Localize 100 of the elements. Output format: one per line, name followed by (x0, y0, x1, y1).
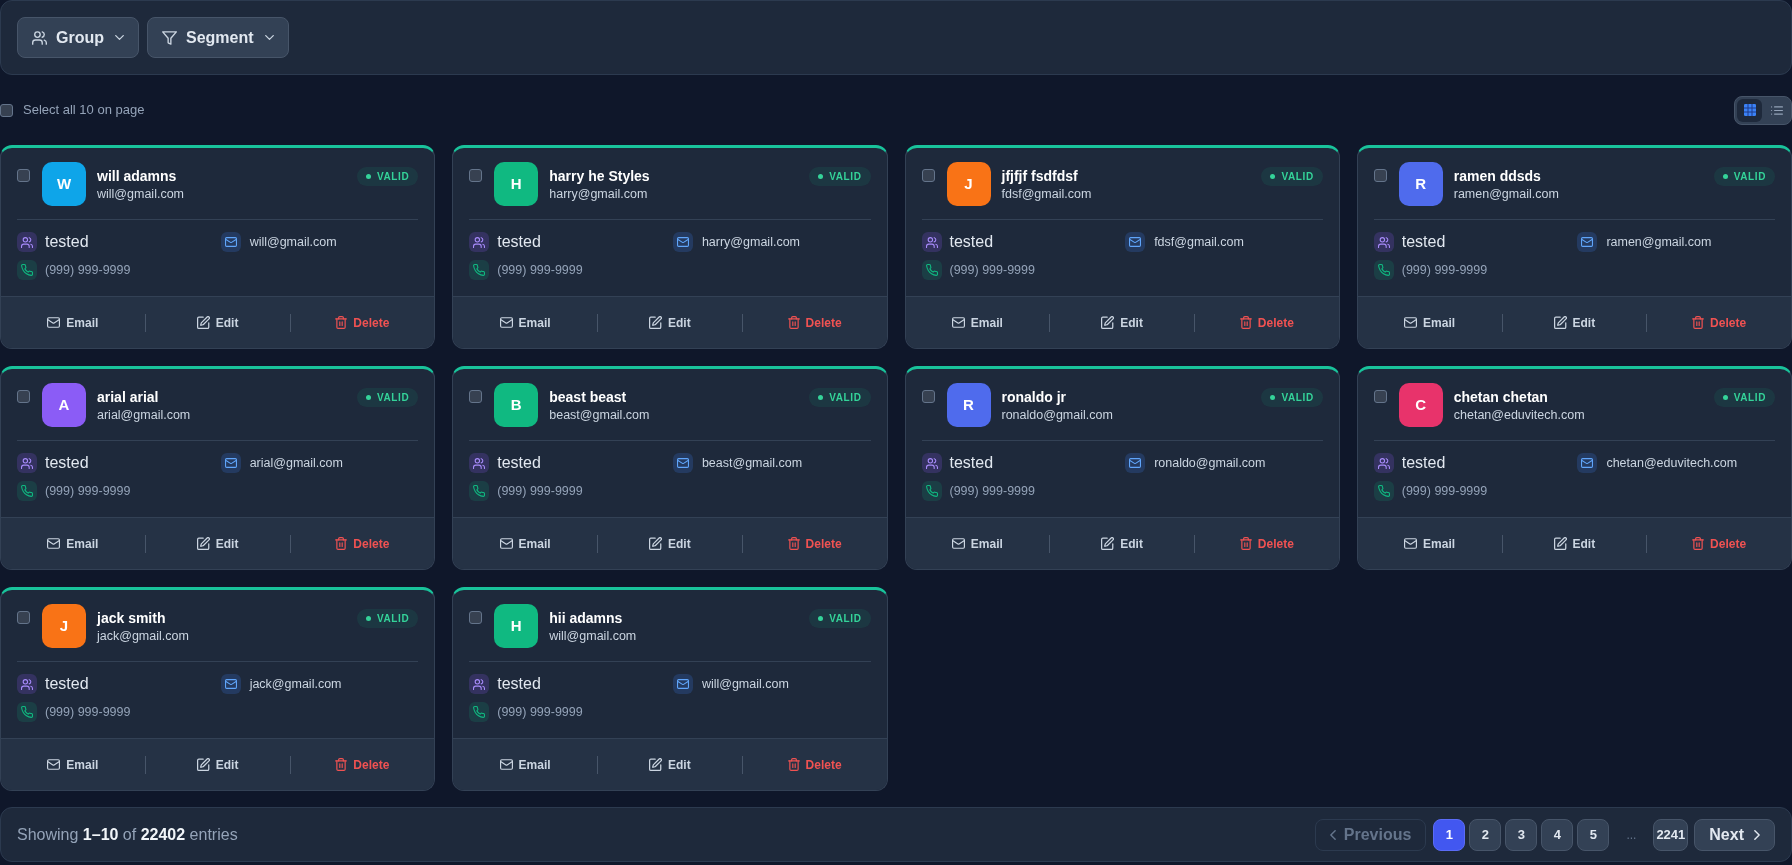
card-checkbox[interactable] (921, 390, 935, 403)
chevron-right-icon (1754, 829, 1760, 840)
status-label: VALID (1281, 170, 1314, 184)
phone-icon (1373, 481, 1394, 501)
card-checkbox[interactable] (1373, 390, 1387, 403)
mail-icon (499, 759, 513, 770)
select-all-checkbox[interactable] (0, 103, 13, 117)
phone-icon (17, 702, 37, 722)
email-button[interactable]: Email (1357, 518, 1502, 569)
email-button[interactable]: Email (453, 297, 597, 348)
card-checkbox[interactable] (1373, 169, 1387, 182)
card-checkbox[interactable] (17, 390, 30, 403)
delete-button[interactable]: Delete (1647, 297, 1791, 348)
avatar: H (494, 604, 539, 648)
delete-button[interactable]: Delete (742, 739, 887, 790)
email-button[interactable]: Email (453, 518, 597, 569)
edit-button[interactable]: Edit (1050, 297, 1194, 348)
trash-icon (335, 537, 348, 550)
delete-button[interactable]: Delete (290, 739, 435, 790)
grid-view-button[interactable] (1737, 98, 1762, 122)
edit-button[interactable]: Edit (145, 518, 290, 569)
contact-email: arial@gmail.com (97, 407, 191, 424)
group-dropdown[interactable]: Group (17, 17, 139, 58)
phone-icon (1373, 260, 1394, 280)
card-checkbox[interactable] (469, 390, 483, 403)
delete-button[interactable]: Delete (1647, 518, 1791, 569)
phone-number: (999) 999-9999 (1401, 261, 1488, 279)
mail-icon (220, 674, 241, 694)
pagination-ellipsis: ... (1625, 826, 1638, 844)
delete-button[interactable]: Delete (1195, 297, 1339, 348)
email-button[interactable]: Email (1357, 297, 1502, 348)
phone-number: (999) 999-9999 (949, 482, 1035, 500)
mail-icon (1577, 232, 1598, 252)
card-checkbox[interactable] (469, 611, 483, 624)
edit-button[interactable]: Edit (1050, 518, 1194, 569)
edit-button[interactable]: Edit (598, 739, 742, 790)
edit-icon (1553, 537, 1567, 550)
edit-icon (1101, 316, 1115, 329)
edit-button[interactable]: Edit (1502, 297, 1647, 348)
phone-icon (469, 702, 490, 722)
avatar: A (42, 383, 86, 427)
delete-button[interactable]: Delete (742, 518, 887, 569)
avatar: J (42, 604, 86, 648)
users-icon (1373, 232, 1394, 252)
edit-button[interactable]: Edit (145, 297, 290, 348)
email-button[interactable]: Email (1, 518, 145, 569)
contact-name: jfjfjf fsdfdsf (1001, 167, 1078, 185)
status-label: VALID (829, 612, 862, 626)
segment-dropdown[interactable]: Segment (147, 17, 289, 58)
contact-name: arial arial (97, 388, 159, 406)
delete-button[interactable]: Delete (290, 297, 435, 348)
phone-icon (469, 481, 490, 501)
card-checkbox[interactable] (17, 169, 30, 182)
page-button[interactable]: 2241 (1653, 818, 1689, 851)
contact-name: ronaldo jr (1001, 388, 1067, 406)
email-button[interactable]: Email (1, 297, 145, 348)
phone-icon (469, 260, 490, 280)
contact-email: chetan@eduvitech.com (1606, 454, 1738, 472)
next-button[interactable]: Next (1694, 818, 1775, 851)
email-button[interactable]: Email (905, 297, 1050, 348)
phone-number: (999) 999-9999 (497, 703, 583, 721)
page-button[interactable]: 4 (1541, 818, 1574, 851)
mail-icon (47, 538, 61, 549)
email-button[interactable]: Email (453, 739, 597, 790)
email-button[interactable]: Email (1, 739, 145, 790)
delete-button[interactable]: Delete (1195, 518, 1339, 569)
contact-email: harry@gmail.com (701, 233, 800, 251)
edit-button[interactable]: Edit (598, 518, 742, 569)
card-checkbox[interactable] (17, 611, 30, 624)
edit-button[interactable]: Edit (1502, 518, 1647, 569)
card-checkbox[interactable] (469, 169, 483, 182)
email-button[interactable]: Email (905, 518, 1050, 569)
contact-email: jack@gmail.com (97, 628, 189, 645)
avatar: R (946, 383, 991, 427)
trash-icon (1239, 537, 1252, 550)
delete-button[interactable]: Delete (290, 518, 435, 569)
edit-button[interactable]: Edit (598, 297, 742, 348)
status-label: VALID (829, 391, 862, 405)
entries-summary: Showing 1–10 of 22402 entries (17, 824, 238, 845)
card-checkbox[interactable] (921, 169, 935, 182)
mail-icon (220, 453, 241, 473)
page-button[interactable]: 3 (1505, 818, 1538, 851)
phone-number: (999) 999-9999 (1401, 482, 1488, 500)
status-label: VALID (377, 170, 410, 184)
phone-icon (17, 481, 37, 501)
delete-button[interactable]: Delete (742, 297, 887, 348)
edit-button[interactable]: Edit (145, 739, 290, 790)
page-button[interactable]: 2 (1469, 818, 1502, 851)
users-icon (17, 232, 37, 252)
avatar: C (1398, 383, 1443, 427)
page-button[interactable]: 5 (1577, 818, 1610, 851)
mail-icon (1125, 453, 1146, 473)
chevron-down-icon (115, 35, 124, 40)
users-icon (32, 30, 47, 45)
mail-icon (951, 538, 965, 549)
trash-icon (1692, 316, 1705, 329)
edit-icon (196, 316, 210, 329)
contact-email: will@gmail.com (549, 628, 637, 645)
page-button[interactable]: 1 (1433, 818, 1466, 851)
phone-icon (17, 260, 37, 280)
